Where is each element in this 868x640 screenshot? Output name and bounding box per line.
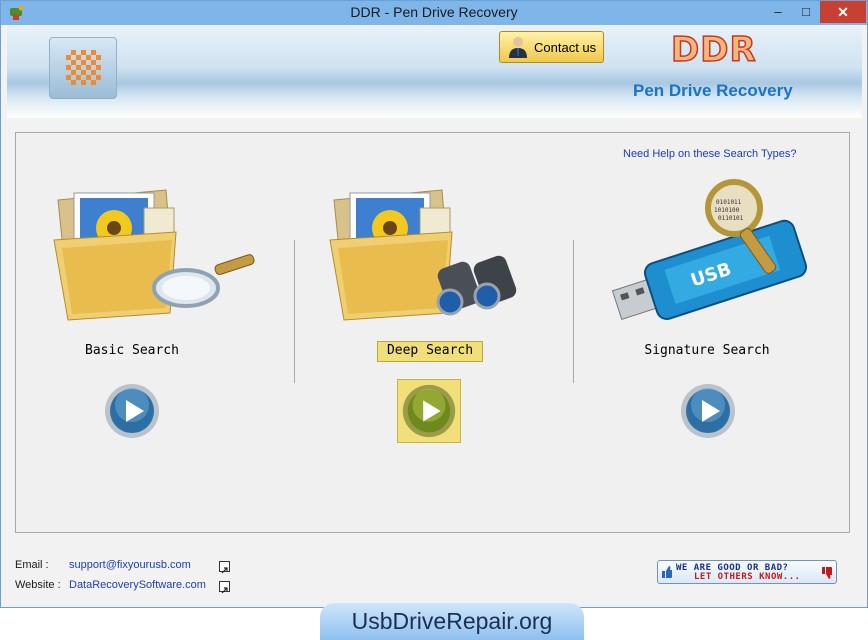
checker-logo-icon xyxy=(66,50,101,85)
folder-binoculars-icon xyxy=(329,189,517,321)
thumbs-down-icon xyxy=(822,567,832,579)
deep-search-label[interactable]: Deep Search xyxy=(377,341,483,362)
deep-search-play-button[interactable] xyxy=(397,379,461,443)
svg-text:1010100: 1010100 xyxy=(714,207,740,214)
maximize-button[interactable]: □ xyxy=(793,1,819,23)
contact-us-button[interactable]: Contact us xyxy=(499,31,604,63)
website-label: Website : xyxy=(15,579,61,591)
email-label: Email : xyxy=(15,559,49,571)
product-name: Pen Drive Recovery xyxy=(633,81,793,100)
search-type-panel: Need Help on these Search Types? Basic S… xyxy=(15,132,850,533)
feedback-line2: LET OTHERS KNOW... xyxy=(694,572,801,582)
svg-text:0101011: 0101011 xyxy=(716,199,742,206)
person-icon xyxy=(509,37,527,58)
search-help-link[interactable]: Need Help on these Search Types? xyxy=(623,148,796,160)
divider xyxy=(294,240,295,383)
external-link-icon[interactable] xyxy=(219,561,230,574)
minimize-button[interactable]: – xyxy=(765,1,791,23)
external-link-icon[interactable] xyxy=(219,581,230,594)
folder-magnifier-icon xyxy=(53,189,255,321)
basic-search-play-button[interactable] xyxy=(100,379,164,443)
close-button[interactable]: ✕ xyxy=(820,1,866,23)
website-link[interactable]: DataRecoverySoftware.com xyxy=(69,579,206,591)
svg-text:0110101: 0110101 xyxy=(718,215,744,222)
window-title: DDR - Pen Drive Recovery xyxy=(350,4,518,20)
watermark-banner: UsbDriveRepair.org xyxy=(320,603,584,640)
app-logo xyxy=(49,37,117,99)
usb-drive-magnifier-icon: USB 0101011 1010100 0110101 xyxy=(611,179,808,321)
signature-search-label[interactable]: Signature Search xyxy=(632,342,782,360)
basic-search-label[interactable]: Basic Search xyxy=(80,342,184,360)
header-banner: Contact us DDR Pen Drive Recovery xyxy=(7,26,862,118)
play-icon xyxy=(402,384,456,438)
thumbs-up-icon xyxy=(662,566,672,578)
app-window: DDR - Pen Drive Recovery – □ ✕ Contact u… xyxy=(0,0,868,608)
watermark-text: UsbDriveRepair.org xyxy=(351,608,553,634)
feedback-button[interactable]: WE ARE GOOD OR BAD? LET OTHERS KNOW... xyxy=(657,560,837,584)
email-link[interactable]: support@fixyourusb.com xyxy=(69,559,191,571)
play-icon xyxy=(105,384,159,438)
brand-logo-text: DDR xyxy=(670,29,757,71)
play-icon xyxy=(681,384,735,438)
title-bar[interactable]: DDR - Pen Drive Recovery – □ ✕ xyxy=(1,1,867,25)
contact-us-label: Contact us xyxy=(534,40,597,55)
signature-search-play-button[interactable] xyxy=(676,379,740,443)
divider xyxy=(573,240,574,383)
